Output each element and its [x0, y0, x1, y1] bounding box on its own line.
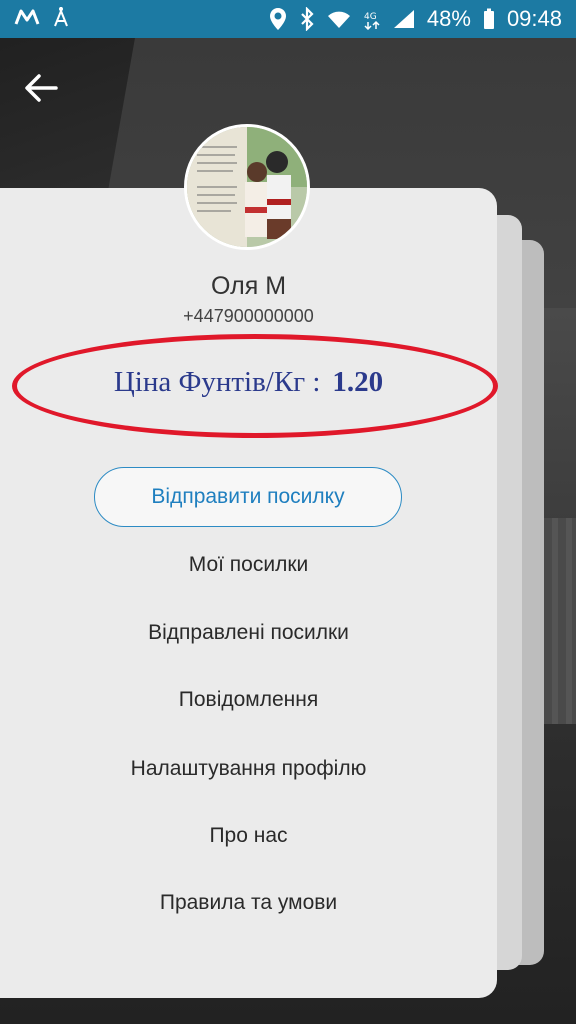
- status-bar: 4G 48% 09:48: [0, 0, 576, 38]
- menu-item-about-us[interactable]: Про нас: [0, 824, 497, 848]
- antenna-icon: [52, 5, 70, 33]
- price-per-kg: Ціна Фунтів/Кг : 1.20: [0, 366, 497, 399]
- price-label: Ціна Фунтів/Кг :: [113, 366, 321, 398]
- menu-item-terms[interactable]: Правила та умови: [0, 891, 497, 915]
- menu-item-profile-settings[interactable]: Налаштування профілю: [0, 757, 497, 781]
- avatar[interactable]: [184, 124, 310, 250]
- send-parcel-button[interactable]: Відправити посилку: [94, 467, 402, 527]
- back-arrow-icon[interactable]: [22, 68, 62, 108]
- network-4g-icon: 4G: [363, 8, 381, 30]
- location-icon: [269, 7, 287, 31]
- battery-icon: [483, 8, 495, 30]
- wifi-icon: [327, 9, 351, 29]
- app-logo-icon: [14, 6, 40, 32]
- price-value: 1.20: [332, 366, 384, 398]
- menu-item-messages[interactable]: Повідомлення: [0, 688, 497, 712]
- menu-item-my-parcels[interactable]: Мої посилки: [0, 553, 497, 577]
- battery-percent: 48%: [426, 6, 471, 31]
- bluetooth-icon: [299, 7, 315, 31]
- svg-text:4G: 4G: [364, 12, 377, 22]
- signal-icon: [393, 9, 415, 29]
- profile-name: Оля М: [210, 272, 287, 300]
- menu-item-sent-parcels[interactable]: Відправлені посилки: [0, 621, 497, 645]
- profile-phone: +447900000000: [183, 306, 314, 326]
- clock-time: 09:48: [506, 6, 562, 31]
